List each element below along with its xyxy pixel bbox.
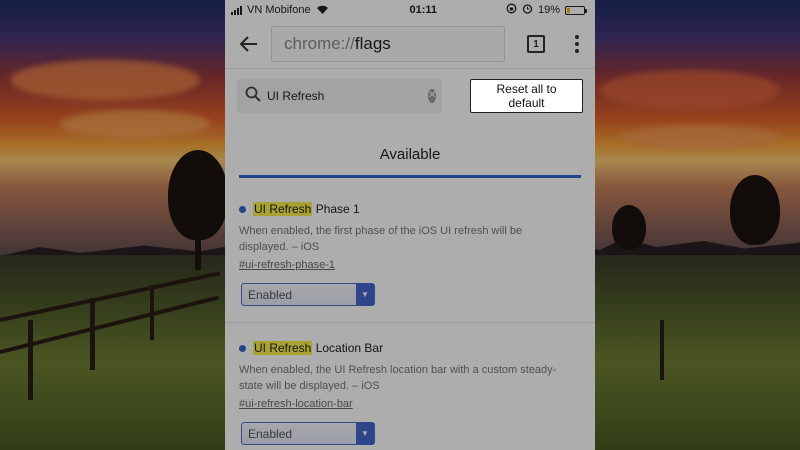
status-bar: VN Mobifone 01:11 19% — [225, 0, 595, 20]
flag-bullet-icon — [239, 344, 246, 352]
flag-description: When enabled, the first phase of the iOS… — [239, 225, 523, 253]
flags-search-input[interactable] — [267, 89, 422, 103]
flag-entry-ui-refresh-phase-1: UI Refresh Phase 1 When enabled, the fir… — [225, 178, 595, 306]
flag-state-select[interactable]: Enabled ▼ — [241, 283, 375, 306]
battery-icon — [565, 5, 587, 15]
flag-state-value: Enabled — [248, 287, 293, 302]
tree-trunk — [195, 230, 201, 270]
cloud — [600, 70, 780, 110]
fence-post — [90, 300, 95, 370]
flag-state-select[interactable]: Enabled ▼ — [241, 422, 375, 445]
reset-all-button[interactable]: Reset all to default — [470, 79, 583, 113]
cloud — [620, 125, 780, 151]
phone-screen: VN Mobifone 01:11 19% chrome:// flags 1 … — [225, 0, 595, 450]
dropdown-arrow-icon: ▼ — [356, 284, 374, 305]
flags-search-box: ✕ — [237, 79, 442, 113]
clear-search-icon[interactable]: ✕ — [428, 89, 437, 103]
browser-toolbar: chrome:// flags 1 — [225, 20, 595, 68]
fence-post — [150, 285, 154, 340]
dropdown-arrow-icon: ▼ — [356, 423, 374, 444]
signal-icon — [231, 5, 242, 15]
flag-title: UI Refresh Phase 1 — [239, 202, 581, 216]
flag-state-value: Enabled — [248, 426, 293, 441]
tree — [730, 175, 780, 245]
address-bar[interactable]: chrome:// flags — [271, 26, 505, 62]
back-arrow-icon[interactable] — [237, 32, 261, 56]
alarm-icon — [522, 3, 533, 17]
url-scheme: chrome:// — [284, 34, 355, 53]
status-time: 01:11 — [409, 4, 438, 16]
carrier-name: VN Mobifone — [247, 4, 311, 16]
more-menu-icon[interactable] — [569, 32, 585, 56]
reset-spotlight: Reset all to default — [470, 79, 583, 113]
fence-post — [28, 320, 33, 400]
flag-title-rest: Location Bar — [312, 341, 384, 355]
flag-permalink[interactable]: #ui-refresh-phase-1 — [239, 259, 581, 271]
tree — [168, 150, 228, 240]
flag-title: UI Refresh Location Bar — [239, 341, 581, 355]
cloud — [60, 110, 210, 138]
flag-description: When enabled, the UI Refresh location ba… — [239, 364, 557, 392]
flag-permalink[interactable]: #ui-refresh-location-bar — [239, 398, 581, 410]
search-highlight: UI Refresh — [253, 341, 313, 355]
tab-available[interactable]: Available — [239, 133, 581, 178]
search-highlight: UI Refresh — [253, 202, 313, 216]
orientation-lock-icon — [506, 3, 517, 17]
flag-bullet-icon — [239, 205, 246, 213]
battery-percent: 19% — [537, 4, 560, 16]
url-host: flags — [354, 34, 391, 53]
tabs-icon[interactable]: 1 — [527, 35, 545, 53]
cloud — [10, 60, 200, 100]
fence-post — [660, 320, 664, 380]
search-icon — [245, 86, 261, 107]
wifi-icon — [316, 4, 329, 17]
tree — [612, 205, 646, 250]
flag-title-rest: Phase 1 — [312, 202, 360, 216]
flag-entry-ui-refresh-location-bar: UI Refresh Location Bar When enabled, th… — [225, 322, 595, 445]
